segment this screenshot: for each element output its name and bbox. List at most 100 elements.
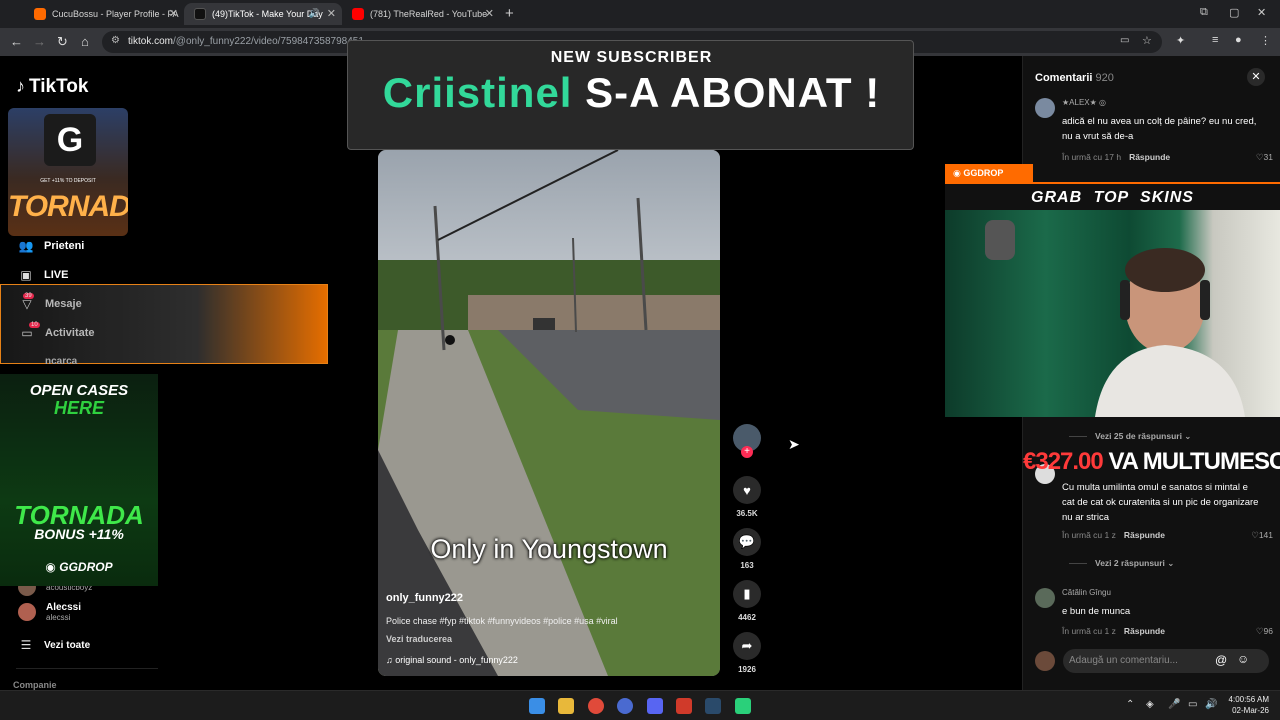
media-icon[interactable]: ≡ <box>1212 34 1218 46</box>
comment-text: adică el nu avea un colț de pâine? eu nu… <box>1062 116 1257 142</box>
view-replies-button[interactable]: Vezi 25 de răspunsuri ⌄ <box>1069 431 1191 442</box>
sidebar-item-label: ncarca <box>45 356 78 367</box>
save-button[interactable]: ▮ 4462 <box>732 580 762 622</box>
comments-title: Comentarii 920 <box>1035 72 1114 84</box>
see-all-button[interactable]: ☰ Vezi toate <box>18 638 91 652</box>
close-tab-icon[interactable]: ✕ <box>485 7 494 20</box>
comment-like[interactable]: ♡141 <box>1251 530 1273 541</box>
my-avatar <box>1035 651 1055 671</box>
reload-icon[interactable]: ↻ <box>57 34 68 50</box>
tab-title: (49)TikTok - Make Your Day <box>212 9 323 19</box>
translate-link[interactable]: Vezi traducerea <box>386 634 452 644</box>
share-button[interactable]: ➦ 1926 <box>732 632 762 674</box>
comment-like[interactable]: ♡96 <box>1256 626 1273 637</box>
comment-button[interactable]: 💬 163 <box>732 528 762 570</box>
video-username[interactable]: only_funny222 <box>386 592 463 604</box>
creator-avatar[interactable]: + <box>732 424 762 458</box>
comment-like[interactable]: ♡31 <box>1256 152 1273 163</box>
mention-icon[interactable]: @ <box>1215 653 1227 667</box>
follow-plus-icon[interactable]: + <box>741 446 753 458</box>
close-tab-icon[interactable]: ✕ <box>169 7 178 20</box>
comment-author[interactable]: Cătălin Gîngu <box>1062 588 1111 597</box>
video-sound[interactable]: ♫ original sound - only_funny222 <box>386 655 518 665</box>
sidebar-item-messages[interactable]: ▽ Mesaje <box>19 297 81 311</box>
start-icon[interactable] <box>529 698 545 714</box>
save-count: 4462 <box>738 613 756 622</box>
back-icon[interactable]: ← <box>10 34 23 49</box>
sidebar-item-friends[interactable]: 👥 Prieteni <box>18 239 85 253</box>
cast-icon[interactable]: ▭ <box>1120 35 1129 46</box>
donation-text: VA MULTUMESC ! <box>1108 448 1280 475</box>
share-count: 1926 <box>738 665 756 674</box>
skin-drop-banner: ▽ Mesaje 39 ▭ Activitate 10 ncarca <box>0 284 328 367</box>
discord-icon[interactable] <box>647 698 663 714</box>
comment-input[interactable]: Adaugă un comentariu... @ ☺ ↑ <box>1063 649 1269 673</box>
audio-icon[interactable]: 🔊 <box>309 8 320 19</box>
tiktok-note-icon: ♪ <box>16 76 25 96</box>
account-alecssi[interactable]: Alecssi alecssi <box>18 602 81 622</box>
tab-faceit[interactable]: CucuBossu - Player Profile - FA ✕ <box>24 3 184 25</box>
close-window-icon[interactable]: ✕ <box>1257 6 1266 19</box>
app-icon[interactable] <box>735 698 751 714</box>
clock[interactable]: 4:00:56 AM 02-Mar-26 <box>1225 694 1269 716</box>
profile-icon[interactable]: ● <box>1235 34 1242 46</box>
ggdrop-icon: ◉ <box>953 168 964 178</box>
tiktok-logo[interactable]: ♪ TikTok <box>16 76 88 98</box>
windows-taskbar: ⌃ ◈ 🎤 ▭ 🔊 4:00:56 AM 02-Mar-26 <box>0 690 1280 720</box>
music-note-icon: ♫ <box>386 655 396 665</box>
activity-badge: 10 <box>29 322 40 328</box>
sidebar-item-activity[interactable]: ▭ Activitate <box>19 326 94 340</box>
close-icon[interactable]: ✕ <box>1247 68 1265 86</box>
steam-tray-icon[interactable]: ◈ <box>1146 699 1154 710</box>
tiktok-favicon-icon <box>194 8 206 20</box>
reply-button[interactable]: Răspunde <box>1129 152 1170 162</box>
comment-meta: În urmă cu 1 z Răspunde <box>1062 530 1165 540</box>
tab-tiktok[interactable]: (49)TikTok - Make Your Day 🔊 ✕ <box>184 3 342 25</box>
comments-count: 920 <box>1095 72 1114 84</box>
tiktok-page: ♪ TikTok 👥 Prieteni ▣ LIVE acousticboyz Ale… <box>0 40 1280 690</box>
ggdrop-g-logo: G <box>44 114 96 166</box>
reply-button[interactable]: Răspunde <box>1124 626 1165 636</box>
logo-text: TikTok <box>29 76 89 97</box>
home-icon[interactable]: ⌂ <box>81 34 89 49</box>
close-tab-icon[interactable]: ✕ <box>327 7 336 20</box>
steam-icon[interactable] <box>705 698 721 714</box>
site-info-icon[interactable]: ⚙ <box>111 35 120 46</box>
tab-search-icon[interactable]: ⧉ <box>1200 6 1208 19</box>
network-icon[interactable]: ▭ <box>1188 699 1197 710</box>
footer-company[interactable]: Companie <box>13 680 57 690</box>
reply-button[interactable]: Răspunde <box>1124 530 1165 540</box>
video-player[interactable]: Only in Youngstown only_funny222 Police … <box>378 150 720 676</box>
new-tab-icon[interactable]: + <box>505 5 514 22</box>
maximize-icon[interactable]: ▢ <box>1229 6 1239 19</box>
forward-icon[interactable]: → <box>33 34 46 49</box>
sidebar-item-live[interactable]: ▣ LIVE <box>18 268 68 282</box>
extensions-icon[interactable]: ✦ <box>1176 34 1185 47</box>
tray-chevron-icon[interactable]: ⌃ <box>1126 699 1134 710</box>
comment-author[interactable]: ★ALEX★ ◎ <box>1062 98 1106 107</box>
browser-icon[interactable] <box>617 698 633 714</box>
brave-icon[interactable] <box>676 698 692 714</box>
divider <box>16 668 158 669</box>
subscriber-message: Criistinel S-A ABONAT ! <box>348 69 915 117</box>
clock-date: 02-Mar-26 <box>1232 706 1269 715</box>
ggdrop-banner: GRAB TOP SKINS <box>945 182 1280 210</box>
tab-youtube[interactable]: (781) TheRealRed - YouTube ✕ <box>342 3 500 25</box>
volume-icon[interactable]: 🔊 <box>1205 699 1217 710</box>
view-replies-button[interactable]: Vezi 2 răspunsuri ⌄ <box>1069 558 1174 569</box>
file-explorer-icon[interactable] <box>558 698 574 714</box>
avatar[interactable] <box>1035 98 1055 118</box>
emoji-icon[interactable]: ☺ <box>1237 652 1249 666</box>
ggdrop-banner-text: GRAB TOP SKINS <box>1031 189 1194 206</box>
like-button[interactable]: ♥ 36.5K <box>732 476 762 518</box>
avatar[interactable] <box>1035 588 1055 608</box>
menu-icon[interactable]: ⋮ <box>1260 34 1271 47</box>
chrome-icon[interactable] <box>588 698 604 714</box>
sidebar-item-upload[interactable]: ncarca <box>45 356 77 367</box>
ggdrop-open-cases-ad: OPEN CASES HERE TORNADA BONUS +11% ◉ GGD… <box>0 374 158 586</box>
subscriber-text: S-A ABONAT ! <box>585 69 881 116</box>
bookmark-star-icon[interactable]: ☆ <box>1142 34 1152 47</box>
tab-title: CucuBossu - Player Profile - FA <box>52 9 179 19</box>
mic-icon[interactable]: 🎤 <box>1168 699 1180 710</box>
comment-item: Cătălin Gîngu e bun de munca În urmă cu … <box>1035 588 1275 638</box>
